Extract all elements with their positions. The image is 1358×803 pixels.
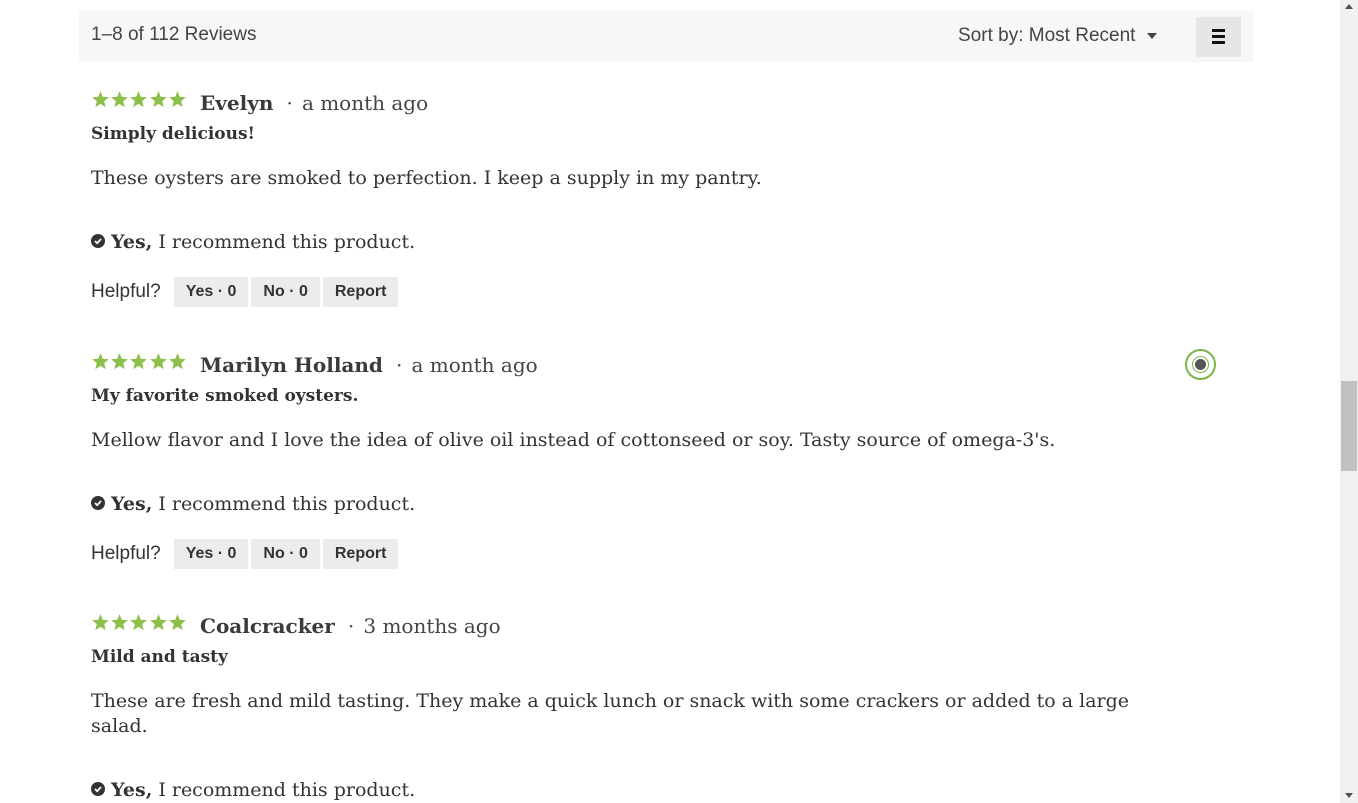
helpful-no-button[interactable]: No · 0 (251, 277, 320, 307)
separator: · (347, 614, 355, 638)
review-time: 3 months ago (363, 614, 501, 638)
recommendation: Yes, I recommend this product. (91, 779, 1151, 801)
star-rating (91, 613, 187, 636)
helpful-label: Helpful? (91, 281, 161, 302)
report-button[interactable]: Report (322, 539, 399, 569)
star-rating (91, 90, 187, 113)
star-icon (91, 352, 110, 371)
review-title: Simply delicious! (91, 124, 256, 144)
sort-value: Most Recent (1028, 25, 1136, 46)
badge-core (1195, 359, 1206, 370)
star-icon (149, 613, 168, 632)
check-circle-icon (91, 496, 105, 510)
page-scrollbar[interactable] (1340, 0, 1358, 803)
review-time: a month ago (301, 91, 429, 115)
recommend-yes: Yes, (111, 779, 153, 801)
review-author: Marilyn Holland (200, 353, 383, 377)
badge-ring (1192, 356, 1209, 373)
chevron-down-icon (1146, 32, 1157, 39)
helpful-yes-button[interactable]: Yes · 0 (173, 539, 249, 569)
helpful-row: Helpful? Yes · 0 No · 0 Report (91, 277, 1151, 308)
review-body: These oysters are smoked to perfection. … (91, 167, 762, 189)
star-icon (168, 352, 187, 371)
star-icon (168, 613, 187, 632)
helpful-yes-button[interactable]: Yes · 0 (173, 277, 249, 307)
hamburger-icon-bar (1212, 35, 1225, 38)
scroll-down-arrow-icon[interactable] (1345, 793, 1353, 798)
review-author: Coalcracker (200, 614, 335, 638)
check-circle-icon (91, 782, 105, 796)
recommend-text: I recommend this product. (158, 779, 416, 801)
check-circle-icon (91, 234, 105, 248)
sort-dropdown[interactable]: Sort by: Most Recent (958, 25, 1157, 47)
separator: · (286, 91, 293, 115)
reviewer-badge-icon[interactable] (1185, 349, 1216, 380)
scroll-up-arrow-icon[interactable] (1345, 4, 1353, 9)
filter-menu-button[interactable] (1196, 17, 1241, 57)
review-body: These are fresh and mild tasting. They m… (91, 690, 1130, 737)
review-count: 1–8 of 112 Reviews (91, 24, 257, 45)
sort-label: Sort by: (958, 25, 1024, 46)
star-icon (129, 613, 148, 632)
star-icon (149, 90, 168, 109)
star-icon (129, 90, 148, 109)
helpful-row: Helpful? Yes · 0 No · 0 Report (91, 539, 1151, 570)
review-item: Coalcracker · 3 months ago Mild and tast… (91, 613, 1151, 801)
star-icon (168, 90, 187, 109)
star-icon (149, 352, 168, 371)
star-icon (129, 352, 148, 371)
report-button[interactable]: Report (322, 277, 399, 307)
reviews-toolbar: 1–8 of 112 Reviews Sort by: Most Recent (79, 11, 1253, 62)
recommendation: Yes, I recommend this product. (91, 231, 1151, 253)
helpful-label: Helpful? (91, 543, 161, 564)
review-item: Marilyn Holland · a month ago My favorit… (91, 352, 1151, 570)
star-icon (91, 613, 110, 632)
review-title: Mild and tasty (91, 647, 228, 667)
hamburger-icon-bar (1212, 41, 1225, 44)
scroll-thumb[interactable] (1341, 381, 1357, 471)
recommend-text: I recommend this product. (158, 231, 416, 253)
review-time: a month ago (411, 353, 538, 377)
helpful-no-button[interactable]: No · 0 (251, 539, 320, 569)
separator: · (396, 353, 403, 377)
recommendation: Yes, I recommend this product. (91, 493, 1151, 515)
star-icon (110, 352, 129, 371)
recommend-text: I recommend this product. (158, 493, 416, 515)
review-body: Mellow flavor and I love the idea of oli… (91, 429, 1056, 451)
review-item: Evelyn · a month ago Simply delicious! T… (91, 90, 1151, 308)
recommend-yes: Yes, (111, 493, 153, 515)
recommend-yes: Yes, (111, 231, 153, 253)
star-icon (110, 613, 129, 632)
review-title: My favorite smoked oysters. (91, 386, 359, 406)
review-author: Evelyn (200, 91, 274, 115)
star-icon (91, 90, 110, 109)
hamburger-icon (1212, 29, 1225, 32)
star-rating (91, 352, 187, 375)
star-icon (110, 90, 129, 109)
